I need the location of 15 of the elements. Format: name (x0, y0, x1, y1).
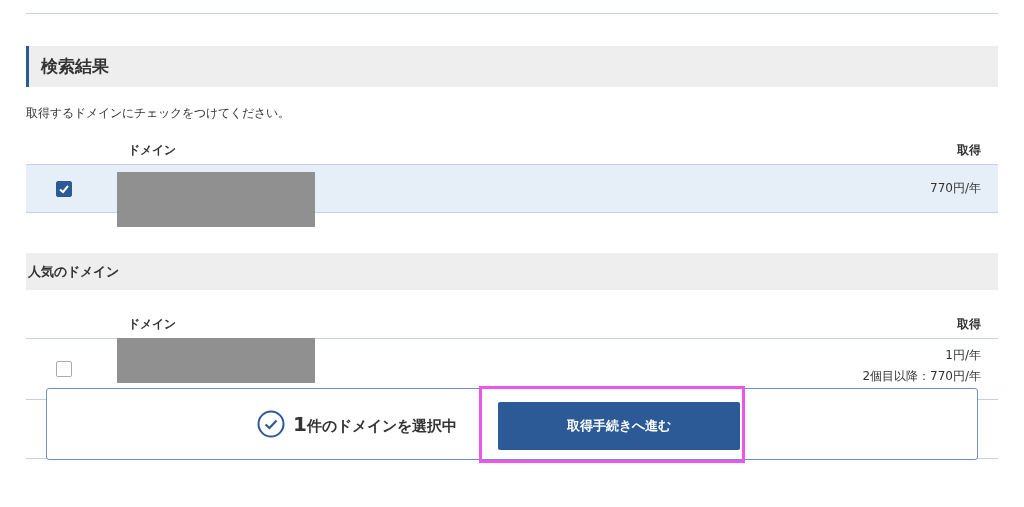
column-header: ドメイン (128, 316, 176, 333)
checkbox[interactable] (56, 180, 72, 197)
checkbox[interactable] (56, 361, 72, 377)
section-heading: 検索結果 (26, 46, 998, 87)
instruction-text: 取得するドメインにチェックをつけてください。 (26, 105, 291, 122)
price-text: 1円/年 (945, 347, 981, 364)
section-heading: 人気のドメイン (26, 253, 998, 290)
column-header: 取得 (957, 316, 981, 333)
price-text: 2個目以降：770円/年 (862, 368, 981, 385)
column-header: 取得 (957, 142, 981, 159)
proceed-button[interactable]: 取得手続きへ進む (497, 401, 740, 450)
check-circle-icon (257, 410, 285, 438)
selection-count-text: 1件のドメインを選択中 (293, 412, 457, 436)
price-text: 770円/年 (930, 180, 981, 197)
column-header: ドメイン (128, 142, 176, 159)
